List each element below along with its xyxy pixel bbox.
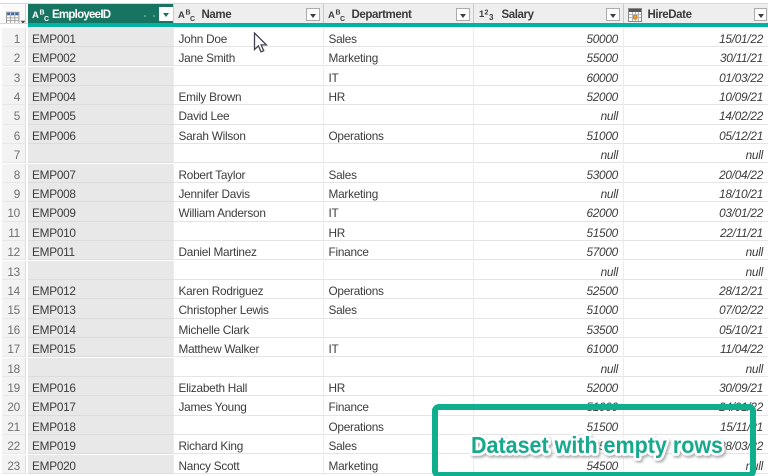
svg-text:3: 3 (489, 13, 494, 22)
svg-text:A: A (32, 10, 39, 21)
svg-text:2: 2 (484, 9, 488, 16)
svg-text:C: C (44, 16, 49, 23)
svg-text:A: A (328, 10, 335, 21)
svg-text:A: A (178, 10, 185, 21)
svg-text:Dataset with empty rows: Dataset with empty rows (471, 432, 723, 458)
svg-text:C: C (340, 16, 345, 23)
svg-text:C: C (190, 16, 195, 23)
